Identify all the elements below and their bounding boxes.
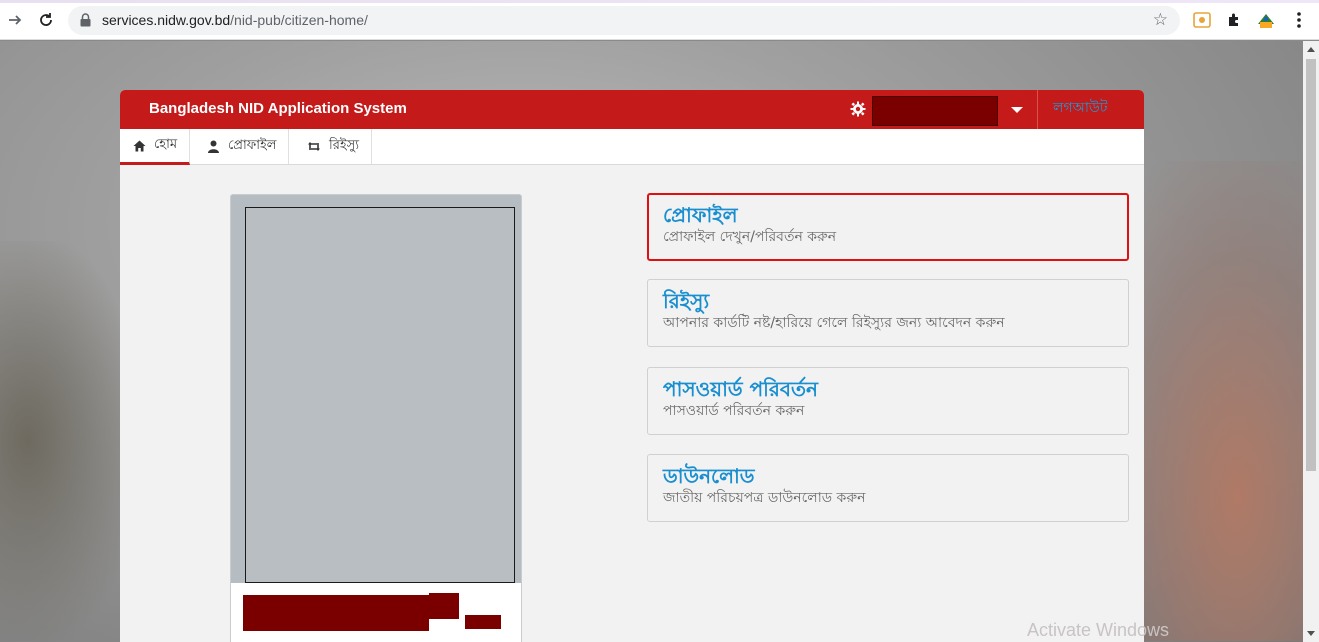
download-card[interactable]: ডাউনলোড জাতীয় পরিচয়পত্র ডাউনলোড করুন [647,454,1129,522]
tab-profile-label: প্রোফাইল [228,138,277,153]
background-glow-left [0,241,140,641]
name-redacted [243,595,429,631]
profile-avatar-icon[interactable] [1255,9,1277,31]
reissue-card[interactable]: রিইস্যু আপনার কার্ডটি নষ্ট/হারিয়ে গেলে … [647,279,1129,347]
activate-windows-watermark: Activate Windows [1027,620,1170,640]
scrollbar-thumb[interactable] [1306,59,1316,471]
extra-redacted [465,615,501,629]
tab-reissue-label: রিইস্যু [329,138,359,153]
menu-kebab-icon[interactable] [1288,9,1310,31]
retweet-icon [307,140,321,154]
photo-caption [231,583,521,642]
change-password-card-title: পাসওয়ার্ড পরিবর্তন [663,377,818,401]
forward-icon[interactable] [4,9,26,31]
profile-photo-card [230,194,522,642]
logout-link[interactable]: লগআউট [1037,90,1107,129]
username-redacted[interactable] [872,96,998,126]
profile-card[interactable]: প্রোফাইল প্রোফাইল দেখুন/পরিবর্তন করুন [647,193,1129,261]
address-bar[interactable]: services.nidw.gov.bd/nid-pub/citizen-hom… [68,6,1180,35]
page-scrollbar[interactable] [1303,41,1319,642]
profile-card-desc: প্রোফাইল দেখুন/পরিবর্তন করুন [663,229,837,245]
nav-tabs: হোম প্রোফাইল রিইস্যু [120,129,1144,165]
tab-profile[interactable]: প্রোফাইল [194,129,290,164]
extension-camera-icon[interactable] [1191,9,1213,31]
gear-icon[interactable] [850,101,866,117]
browser-toolbar: services.nidw.gov.bd/nid-pub/citizen-hom… [0,0,1319,40]
reload-icon[interactable] [35,9,57,31]
chevron-down-icon[interactable] [1011,107,1023,113]
scroll-up-icon[interactable] [1307,47,1315,52]
extensions-puzzle-icon[interactable] [1223,9,1245,31]
user-icon [206,140,220,154]
tab-reissue[interactable]: রিইস্যু [295,129,372,164]
app-brand[interactable]: Bangladesh NID Application System [149,100,407,117]
tab-strip-edge [0,0,1319,3]
app-panel: Bangladesh NID Application System লগআউট … [120,90,1144,642]
url-path: /nid-pub/citizen-home/ [230,12,368,28]
url-host: services.nidw.gov.bd [102,12,231,28]
app-header: Bangladesh NID Application System লগআউট [120,90,1144,129]
change-password-card[interactable]: পাসওয়ার্ড পরিবর্তন পাসওয়ার্ড পরিবর্তন … [647,367,1129,435]
url-text: services.nidw.gov.bd/nid-pub/citizen-hom… [102,12,368,28]
profile-card-title: প্রোফাইল [663,203,738,227]
scroll-down-icon[interactable] [1307,631,1315,636]
profile-photo[interactable] [245,207,515,583]
change-password-card-desc: পাসওয়ার্ড পরিবর্তন করুন [663,403,805,419]
bookmark-star-icon[interactable]: ☆ [1153,10,1168,30]
id-redacted [429,593,459,619]
download-card-title: ডাউনলোড [663,464,755,488]
tab-home-label: হোম [154,137,178,152]
reissue-card-desc: আপনার কার্ডটি নষ্ট/হারিয়ে গেলে রিইস্যুর… [663,315,1005,331]
reissue-card-title: রিইস্যু [663,289,710,313]
home-icon [132,139,146,153]
lock-icon [80,13,91,27]
tab-home[interactable]: হোম [120,129,191,165]
download-card-desc: জাতীয় পরিচয়পত্র ডাউনলোড করুন [663,490,866,506]
